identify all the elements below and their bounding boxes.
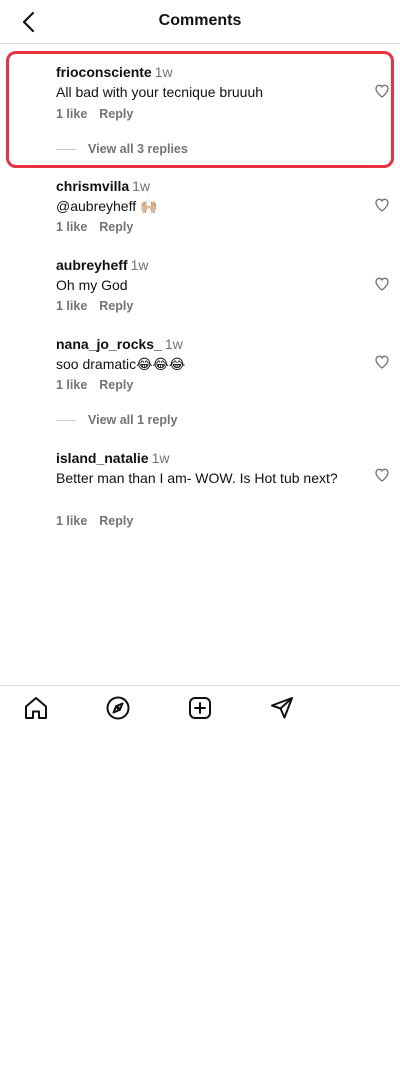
comment-time: 1w	[164, 336, 183, 352]
comment-actions: 1 like Reply	[56, 220, 133, 234]
heart-icon[interactable]	[374, 354, 390, 370]
replies-divider-line	[56, 148, 76, 150]
comment-time: 1w	[130, 257, 149, 273]
comment-likes[interactable]: 1 like	[56, 107, 87, 121]
heart-icon[interactable]	[374, 467, 390, 483]
comment-text: Better man than I am- WOW. Is Hot tub ne…	[56, 470, 338, 486]
heart-icon[interactable]	[374, 83, 390, 99]
view-replies-button[interactable]: View all 3 replies	[56, 140, 188, 158]
home-icon	[25, 697, 47, 719]
comment-actions: 1 like Reply	[56, 299, 133, 313]
reply-button[interactable]: Reply	[99, 107, 133, 121]
create-icon	[189, 697, 211, 719]
comment-meta: chrismvilla 1w	[56, 177, 150, 195]
view-replies-button[interactable]: View all 1 reply	[56, 411, 177, 429]
comment-actions: 1 like Reply	[56, 514, 133, 528]
comment-item: island_natalie 1w Better man than I am- W…	[0, 449, 400, 533]
comment-likes[interactable]: 1 like	[56, 220, 87, 234]
comment-username[interactable]: frioconsciente	[56, 64, 152, 80]
reply-button[interactable]: Reply	[99, 378, 133, 392]
comment-username[interactable]: chrismvilla	[56, 178, 129, 194]
heart-icon[interactable]	[374, 197, 390, 213]
bottom-nav	[0, 685, 400, 731]
comment-actions: 1 like Reply	[56, 378, 133, 392]
comment-likes[interactable]: 1 like	[56, 299, 87, 313]
comment-item: frioconsciente 1w All bad with your tecni…	[0, 63, 400, 163]
comment-likes[interactable]: 1 like	[56, 514, 87, 528]
comment-meta: frioconsciente 1w	[56, 63, 173, 81]
comment-meta: aubreyheff 1w	[56, 256, 148, 274]
reply-button[interactable]: Reply	[99, 299, 133, 313]
comment-username[interactable]: nana_jo_rocks_	[56, 336, 162, 352]
comment-item: nana_jo_rocks_ 1w soo dramatic😂😂😂 1 like R…	[0, 335, 400, 431]
view-replies-label: View all 3 replies	[88, 142, 188, 156]
nav-explore[interactable]	[104, 694, 132, 722]
comment-username[interactable]: island_natalie	[56, 450, 149, 466]
comment-text: All bad with your tecnique bruuuh	[56, 84, 264, 100]
reply-button[interactable]: Reply	[99, 220, 133, 234]
reply-button[interactable]: Reply	[99, 514, 133, 528]
nav-create[interactable]	[186, 694, 214, 722]
nav-home[interactable]	[22, 694, 50, 722]
explore-icon	[106, 696, 130, 720]
comment-actions: 1 like Reply	[56, 107, 133, 121]
comment-username[interactable]: aubreyheff	[56, 257, 128, 273]
page-title: Comments	[158, 12, 242, 29]
comment-time: 1w	[154, 64, 173, 80]
replies-divider-line	[56, 419, 76, 421]
comment-text: @aubreyheff 🙌🏼	[56, 198, 158, 214]
comment-time: 1w	[132, 178, 151, 194]
comment-text: soo dramatic😂😂😂	[56, 356, 186, 372]
comment-meta: island_natalie 1w	[56, 449, 170, 467]
comment-time: 1w	[151, 450, 170, 466]
comment-text: Oh my God	[56, 277, 128, 293]
comment-meta: nana_jo_rocks_ 1w	[56, 335, 183, 353]
comment-likes[interactable]: 1 like	[56, 378, 87, 392]
header: Comments	[0, 0, 400, 44]
view-replies-label: View all 1 reply	[88, 413, 178, 427]
comment-item: chrismvilla 1w @aubreyheff 🙌🏼 1 like Reply	[0, 177, 400, 237]
nav-direct[interactable]	[268, 694, 296, 722]
direct-message-icon	[271, 697, 293, 719]
comment-item: aubreyheff 1w Oh my God 1 like Reply	[0, 256, 400, 316]
heart-icon[interactable]	[374, 276, 390, 292]
